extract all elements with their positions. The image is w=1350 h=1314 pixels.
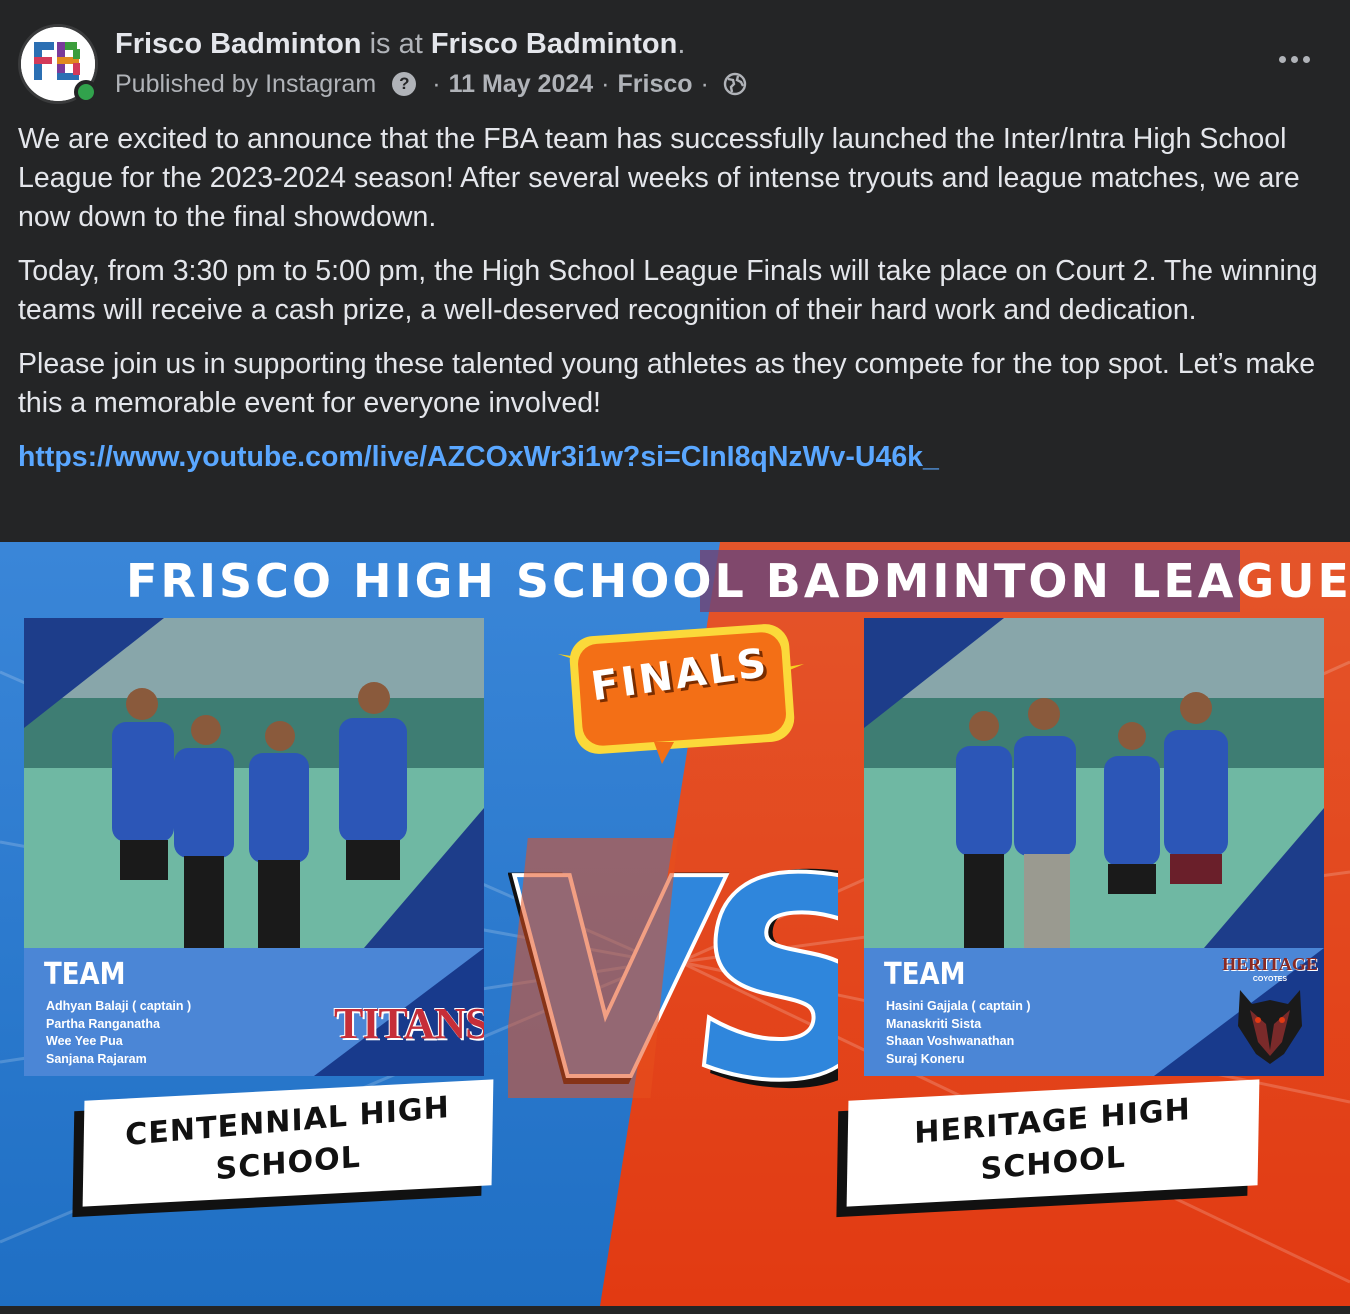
post-header: FB Frisco Badminton is at Frisco Badmint… [0,0,1350,120]
coyote-head-icon [1238,990,1302,1064]
team-member: Shaan Voshwanathan [886,1034,1015,1048]
meta-separator: · [601,70,610,98]
centennial-team-photo [24,618,484,948]
team-roster-box: TEAM Hasini Gajjala ( captain ) Manaskri… [864,948,1324,1076]
versus-graphic: VS VS [508,815,838,1118]
school-name: CENTENNIAL HIGH SCHOOL [125,1090,451,1188]
is-at-text: is at [361,28,431,60]
team-photo-illustration [24,618,484,948]
team-member: Partha Ranganatha [46,1016,160,1031]
location-link[interactable]: Frisco Badminton [431,28,678,60]
titans-logo: TITANS [334,999,484,1048]
place-link[interactable]: Frisco [618,66,693,102]
meta-separator: · [700,70,709,98]
poster-title: FRISCO HIGH SCHOOL BADMINTON LEAGUE [126,554,1350,608]
post-title: Frisco Badminton is at Frisco Badminton. [115,26,685,62]
more-dot [1302,55,1310,63]
team-members: Adhyan Balaji ( captain ) Partha Rangana… [46,998,191,1068]
team-member: Sanjana Rajaram [46,1051,147,1066]
centennial-team-card: TEAM Adhyan Balaji ( captain ) Partha Ra… [24,618,484,1076]
post-paragraph: We are excited to announce that the FBA … [18,123,1300,233]
post-meta: Published by Instagram ? · 11 May 2024 ·… [115,66,747,102]
post-paragraph: Today, from 3:30 pm to 5:00 pm, the High… [18,255,1318,326]
heritage-school-label: HERITAGE HIGH SCHOOL [846,1079,1260,1207]
team-member: Suraj Koneru [886,1051,965,1066]
post-image[interactable]: FRISCO HIGH SCHOOL BADMINTON LEAGUE TEAM… [0,542,1350,1306]
school-name: HERITAGE HIGH SCHOOL [914,1092,1192,1188]
youtube-live-link[interactable]: https://www.youtube.com/live/AZCOxWr3i1w… [18,438,1328,477]
post-date-link[interactable]: 11 May 2024 [449,66,594,102]
post-body: We are excited to announce that the FBA … [18,120,1328,477]
more-dot [1290,55,1298,63]
help-icon[interactable]: ? [392,72,417,96]
page-name-link[interactable]: Frisco Badminton [115,28,362,60]
team-member: Adhyan Balaji ( captain ) [46,999,192,1013]
team-member: Wee Yee Pua [46,1034,123,1048]
meta-separator: · [432,70,441,98]
more-dot [1278,55,1286,63]
heritage-team-photo [864,618,1324,948]
post-paragraph: Please join us in supporting these talen… [18,348,1316,419]
finals-badge: FINALS [558,624,804,766]
published-by-text: Published by Instagram [115,70,377,98]
team-roster-box: TEAM Adhyan Balaji ( captain ) Partha Ra… [24,948,484,1076]
heritage-team-card: TEAM Hasini Gajjala ( captain ) Manaskri… [864,618,1324,1076]
team-heading: TEAM [44,957,126,993]
team-member: Manaskriti Sista [886,1016,982,1031]
globe-icon[interactable] [723,72,747,96]
heritage-coyotes-logo: HERITAGE COYOTES [1222,954,1318,1070]
team-photo-illustration [864,618,1324,948]
more-options-icon[interactable] [1272,44,1316,74]
online-status-dot [74,80,98,104]
team-members: Hasini Gajjala ( captain ) Manaskriti Si… [886,998,1031,1068]
team-heading: TEAM [884,957,966,993]
team-member: Hasini Gajjala ( captain ) [886,999,1031,1013]
title-period: . [677,28,686,60]
centennial-school-label: CENTENNIAL HIGH SCHOOL [82,1079,494,1207]
